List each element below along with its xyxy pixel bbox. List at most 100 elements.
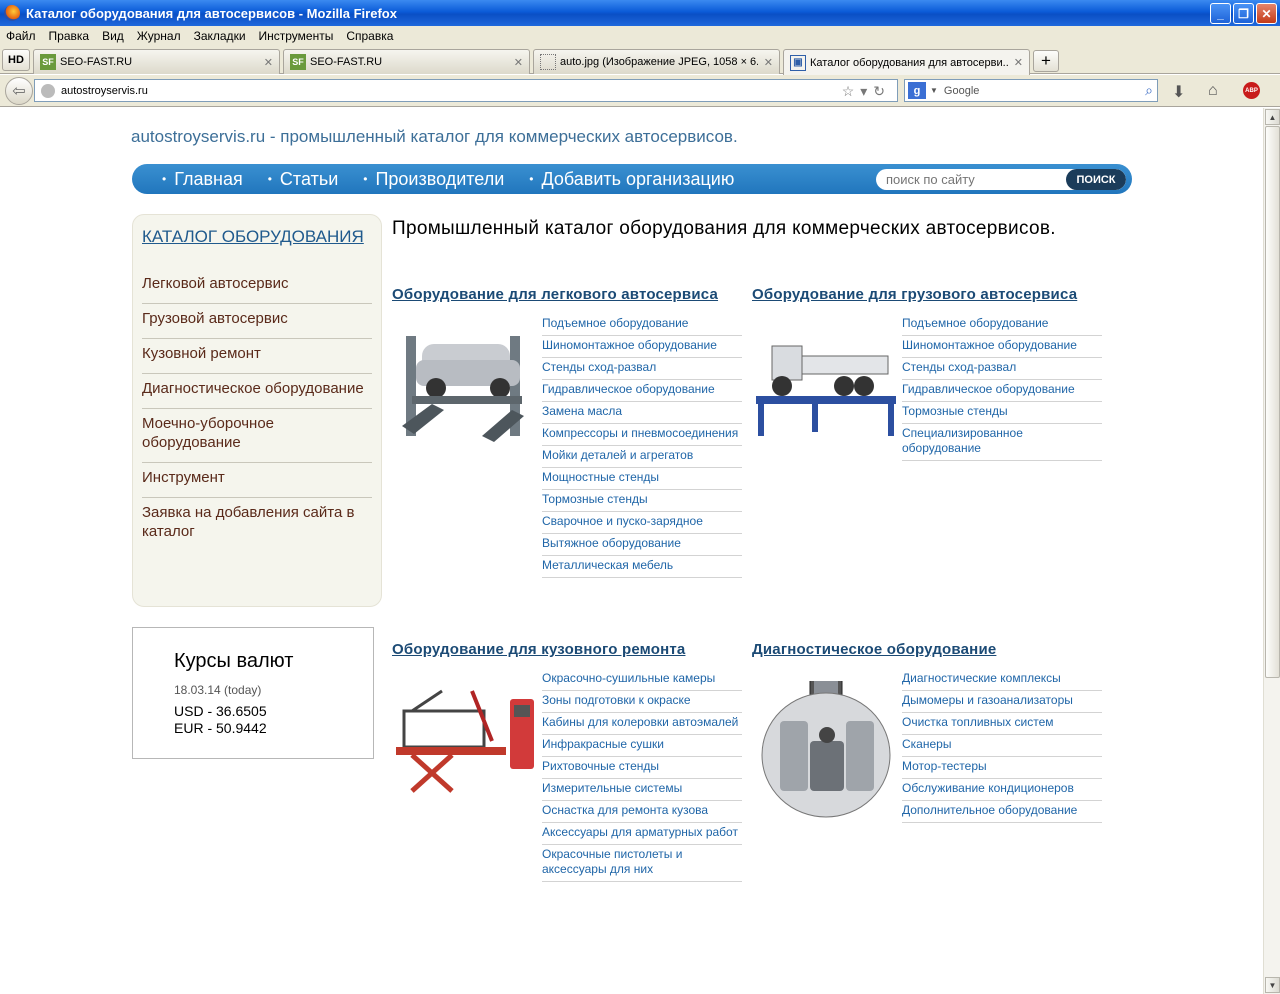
category-link[interactable]: Подъемное оборудование: [542, 314, 742, 336]
menu-help[interactable]: Справка: [346, 29, 393, 43]
page-heading: Промышленный каталог оборудования для ко…: [392, 218, 1056, 239]
category-link[interactable]: Шиномонтажное оборудование: [902, 336, 1102, 358]
window-title: Каталог оборудования для автосервисов - …: [26, 5, 397, 21]
google-icon[interactable]: g: [908, 82, 926, 99]
menu-bookmarks[interactable]: Закладки: [194, 29, 246, 43]
page-scrollbar[interactable]: ▲ ▼: [1263, 108, 1280, 994]
nav-home[interactable]: • Главная: [162, 169, 243, 190]
sidebar-item-add-site[interactable]: Заявка на добавления сайта в каталог: [142, 498, 372, 551]
bullet-icon: •: [267, 172, 272, 186]
category-link[interactable]: Зоны подготовки к окраске: [542, 691, 742, 713]
globe-icon: [41, 83, 55, 98]
close-window-button[interactable]: ✕: [1256, 3, 1277, 24]
category-link[interactable]: Шиномонтажное оборудование: [542, 336, 742, 358]
category-title[interactable]: Оборудование для легкового автосервиса: [392, 286, 718, 303]
tab-close-icon[interactable]: ✕: [764, 56, 773, 69]
tab-auto-jpg[interactable]: auto.jpg (Изображение JPEG, 1058 × 6... …: [533, 49, 780, 74]
category-title[interactable]: Оборудование для грузового автосервиса: [752, 286, 1077, 303]
menu-view[interactable]: Вид: [102, 29, 124, 43]
category-link[interactable]: Подъемное оборудование: [902, 314, 1102, 336]
search-engine-box[interactable]: g ▼ Google ⌕: [904, 79, 1158, 102]
bookmark-star-icon[interactable]: ☆▾↻: [842, 83, 891, 100]
diagnostic-station-image[interactable]: [752, 681, 900, 821]
scrollbar-thumb[interactable]: [1265, 126, 1280, 678]
window-titlebar: Каталог оборудования для автосервисов - …: [0, 0, 1280, 26]
tab-catalog[interactable]: ▣ Каталог оборудования для автосерви... …: [783, 49, 1030, 75]
category-link[interactable]: Вытяжное оборудование: [542, 534, 742, 556]
sidebar-item-washing[interactable]: Моечно-уборочное оборудование: [142, 409, 372, 463]
minimize-button[interactable]: _: [1210, 3, 1231, 24]
truck-lift-image[interactable]: [752, 326, 900, 466]
bullet-icon: •: [363, 172, 368, 186]
category-link[interactable]: Очистка топливных систем: [902, 713, 1102, 735]
site-search-input[interactable]: [876, 172, 1066, 187]
category-title[interactable]: Оборудование для кузовного ремонта: [392, 641, 685, 658]
menu-tools[interactable]: Инструменты: [259, 29, 334, 43]
category-link[interactable]: Дополнительное оборудование: [902, 801, 1102, 823]
back-button[interactable]: ⇦: [5, 77, 33, 105]
category-link[interactable]: Компрессоры и пневмосоединения: [542, 424, 742, 446]
category-link[interactable]: Сварочное и пуско-зарядное: [542, 512, 742, 534]
scroll-up-icon[interactable]: ▲: [1265, 109, 1280, 125]
car-lift-image[interactable]: [392, 326, 540, 466]
category-link[interactable]: Металлическая мебель: [542, 556, 742, 578]
category-link[interactable]: Сканеры: [902, 735, 1102, 757]
menu-bar: Файл Правка Вид Журнал Закладки Инструме…: [0, 26, 1280, 46]
downloads-icon[interactable]: ⬇: [1172, 82, 1185, 102]
sidebar-item-tools[interactable]: Инструмент: [142, 463, 372, 498]
category-link[interactable]: Стенды сход-развал: [902, 358, 1102, 380]
category-link[interactable]: Стенды сход-развал: [542, 358, 742, 380]
nav-manufacturers[interactable]: • Производители: [363, 169, 504, 190]
category-link[interactable]: Мотор-тестеры: [902, 757, 1102, 779]
scroll-down-icon[interactable]: ▼: [1265, 977, 1280, 993]
rates-date: 18.03.14 (today): [174, 683, 262, 697]
sidebar-item-trucks[interactable]: Грузовой автосервис: [142, 304, 372, 339]
category-link[interactable]: Специализированное оборудование: [902, 424, 1102, 461]
sidebar-item-body-repair[interactable]: Кузовной ремонт: [142, 339, 372, 374]
category-link[interactable]: Гидравлическое оборудование: [902, 380, 1102, 402]
nav-add-organization[interactable]: • Добавить организацию: [529, 169, 734, 190]
search-icon[interactable]: ⌕: [1145, 82, 1153, 99]
new-tab-button[interactable]: +: [1033, 50, 1059, 72]
category-link[interactable]: Инфракрасные сушки: [542, 735, 742, 757]
category-link[interactable]: Обслуживание кондиционеров: [902, 779, 1102, 801]
tab-seo-fast-1[interactable]: SF SEO-FAST.RU ✕: [33, 49, 280, 74]
category-link[interactable]: Гидравлическое оборудование: [542, 380, 742, 402]
adblock-icon[interactable]: ABP: [1243, 82, 1260, 99]
tab-seo-fast-2[interactable]: SF SEO-FAST.RU ✕: [283, 49, 530, 74]
category-link[interactable]: Измерительные системы: [542, 779, 742, 801]
sidebar-item-diagnostics[interactable]: Диагностическое оборудование: [142, 374, 372, 409]
site-title[interactable]: autostroyservis.ru - промышленный катало…: [131, 127, 738, 147]
home-icon[interactable]: ⌂: [1208, 82, 1218, 100]
nav-articles[interactable]: • Статьи: [268, 169, 339, 190]
hd-button[interactable]: HD: [2, 49, 30, 71]
category-link[interactable]: Окрасочно-сушильные камеры: [542, 669, 742, 691]
category-link[interactable]: Тормозные стенды: [902, 402, 1102, 424]
category-link[interactable]: Рихтовочные стенды: [542, 757, 742, 779]
menu-file[interactable]: Файл: [6, 29, 36, 43]
site-favicon-icon: ▣: [790, 54, 806, 71]
menu-edit[interactable]: Правка: [49, 29, 90, 43]
category-link[interactable]: Мощностные стенды: [542, 468, 742, 490]
tab-close-icon[interactable]: ✕: [264, 56, 273, 69]
category-title[interactable]: Диагностическое оборудование: [752, 641, 996, 658]
tab-close-icon[interactable]: ✕: [1014, 56, 1023, 69]
category-link[interactable]: Диагностические комплексы: [902, 669, 1102, 691]
search-button[interactable]: ПОИСК: [1066, 169, 1126, 190]
category-link[interactable]: Замена масла: [542, 402, 742, 424]
category-link[interactable]: Тормозные стенды: [542, 490, 742, 512]
maximize-button[interactable]: ❐: [1233, 3, 1254, 24]
category-link[interactable]: Аксессуары для арматурных работ: [542, 823, 742, 845]
tab-close-icon[interactable]: ✕: [514, 56, 523, 69]
frame-straightening-bench-image[interactable]: [392, 681, 540, 821]
category-link[interactable]: Мойки деталей и агрегатов: [542, 446, 742, 468]
address-bar[interactable]: autostroyservis.ru ☆▾↻: [34, 79, 898, 102]
category-link[interactable]: Окрасочные пистолеты и аксессуары для ни…: [542, 845, 742, 882]
category-link[interactable]: Кабины для колеровки автоэмалей: [542, 713, 742, 735]
sidebar-title[interactable]: КАТАЛОГ ОБОРУДОВАНИЯ: [142, 227, 364, 247]
chevron-down-icon[interactable]: ▼: [930, 86, 938, 95]
category-link[interactable]: Оснастка для ремонта кузова: [542, 801, 742, 823]
menu-history[interactable]: Журнал: [137, 29, 181, 43]
sidebar-item-cars[interactable]: Легковой автосервис: [142, 269, 372, 304]
category-link[interactable]: Дымомеры и газоанализаторы: [902, 691, 1102, 713]
